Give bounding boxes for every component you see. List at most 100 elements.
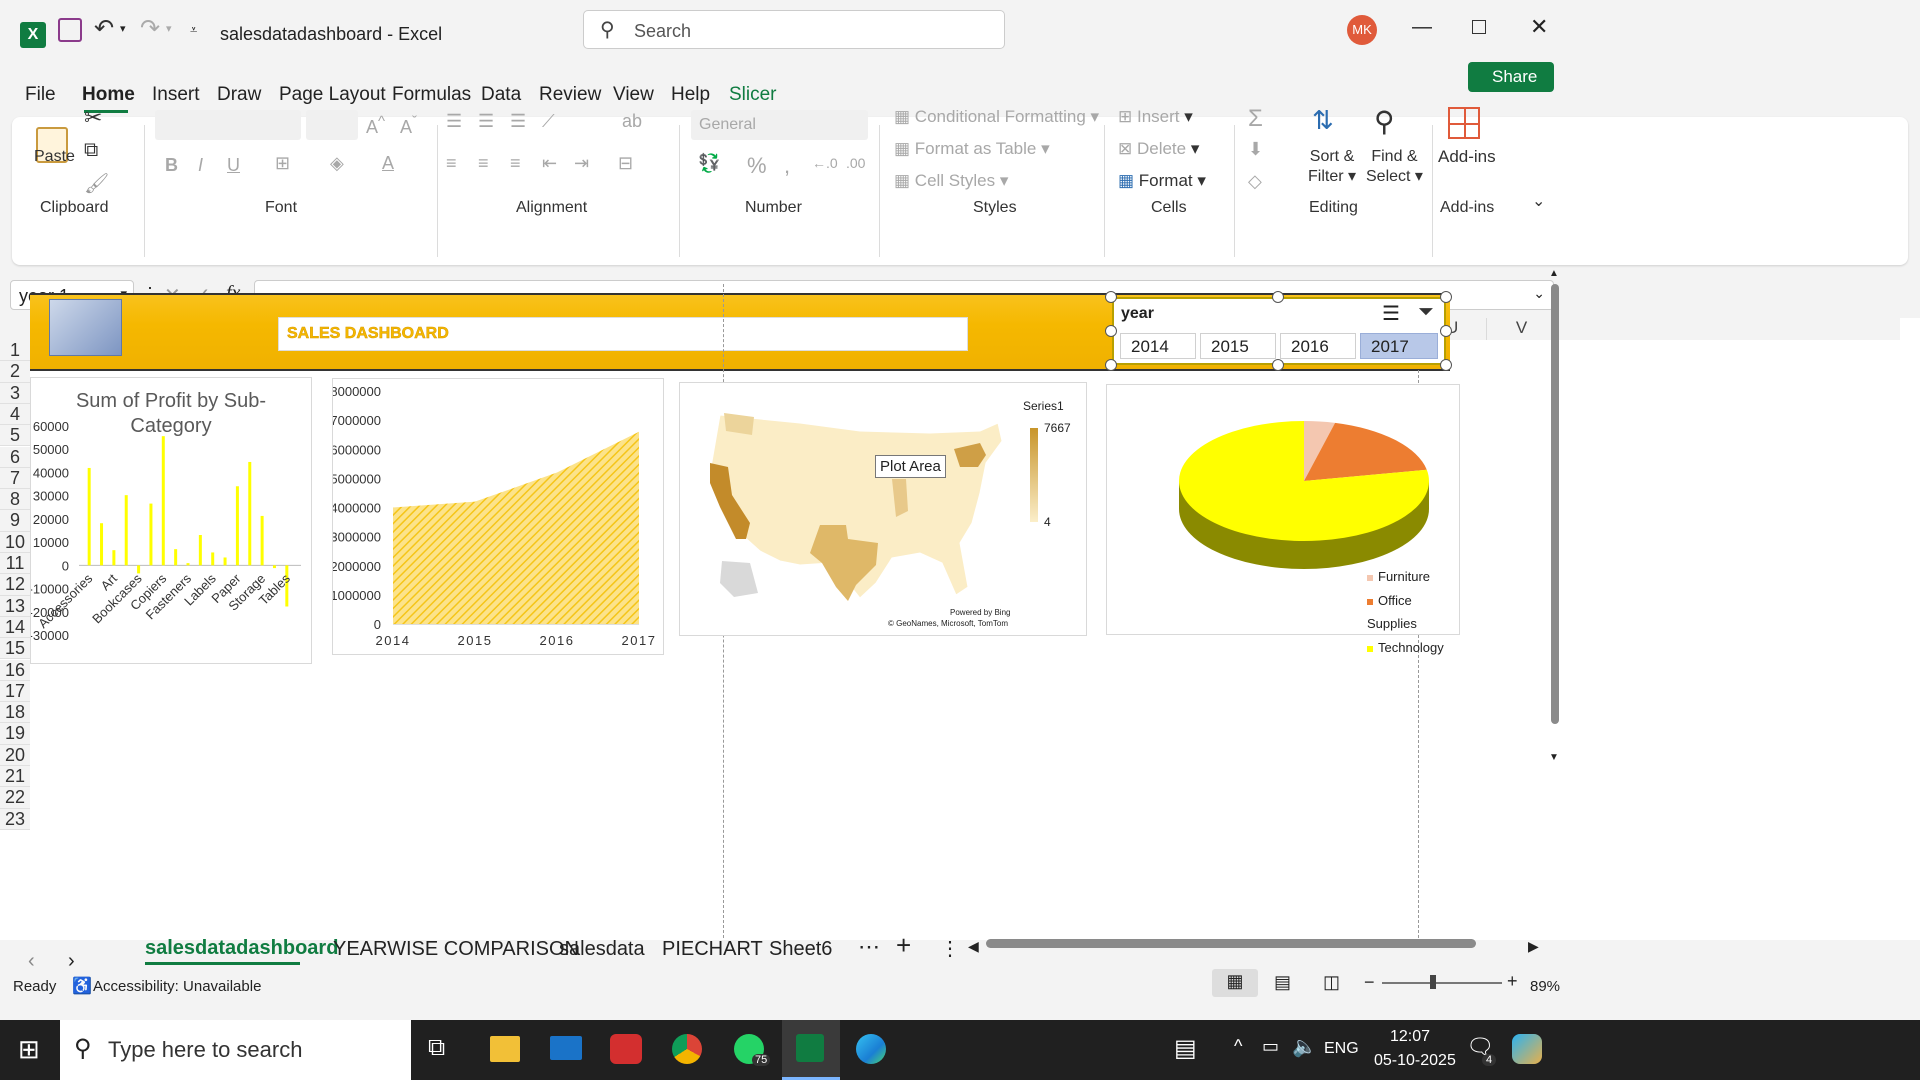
align-middle-icon[interactable]: ☰ bbox=[478, 111, 494, 132]
select-all-corner[interactable] bbox=[0, 318, 30, 340]
scroll-down-icon[interactable]: ▼ bbox=[1549, 752, 1559, 763]
font-name-select[interactable] bbox=[155, 110, 301, 140]
format-cells-button[interactable]: ▦ Format ▾ bbox=[1118, 171, 1206, 191]
avatar[interactable]: MK bbox=[1347, 15, 1377, 45]
clock-date[interactable]: 05-10-2025 bbox=[1374, 1052, 1456, 1070]
volume-icon[interactable]: 🔈 bbox=[1292, 1034, 1317, 1059]
font-size-select[interactable] bbox=[306, 110, 358, 140]
shrink-font-icon[interactable]: Aˇ bbox=[400, 113, 417, 138]
align-top-icon[interactable]: ☰ bbox=[446, 111, 462, 132]
tab-review[interactable]: Review bbox=[539, 84, 601, 106]
us-map-chart[interactable]: Series1 7667 4 Plot Area Powered by Bing… bbox=[679, 382, 1087, 636]
row-header[interactable]: 3 bbox=[0, 382, 30, 404]
banner-image[interactable] bbox=[49, 299, 122, 356]
mail-icon[interactable] bbox=[550, 1036, 582, 1060]
sort-filter-icon[interactable]: ⇅ bbox=[1312, 105, 1334, 136]
grow-font-icon[interactable]: A^ bbox=[366, 113, 385, 138]
file-explorer-icon[interactable] bbox=[490, 1036, 520, 1062]
tab-insert[interactable]: Insert bbox=[152, 84, 200, 106]
row-header[interactable]: 19 bbox=[0, 723, 30, 745]
undo-icon[interactable]: ↶ bbox=[94, 14, 114, 43]
row-header[interactable]: 4 bbox=[0, 403, 30, 426]
zoom-level[interactable]: 89% bbox=[1530, 978, 1560, 995]
comma-style-icon[interactable]: , bbox=[784, 153, 790, 179]
zoom-out-icon[interactable]: − bbox=[1364, 972, 1375, 993]
resize-handle[interactable] bbox=[1105, 291, 1117, 303]
slicer-item-2015[interactable]: 2015 bbox=[1200, 333, 1276, 359]
accessibility-icon[interactable]: ♿ bbox=[72, 976, 92, 996]
fill-icon[interactable]: ⬇ bbox=[1248, 139, 1263, 160]
sheet-tab-piechart[interactable]: PIECHART bbox=[662, 938, 763, 961]
row-header[interactable]: 17 bbox=[0, 680, 30, 703]
slicer-item-2014[interactable]: 2014 bbox=[1120, 333, 1196, 359]
vertical-scrollbar[interactable]: ▲ ▼ bbox=[1547, 268, 1561, 768]
category-pie-chart[interactable]: Furniture Office Supplies Technology bbox=[1106, 384, 1460, 655]
task-view-icon[interactable]: ⧉ bbox=[428, 1034, 445, 1062]
accessibility-status[interactable]: Accessibility: Unavailable bbox=[93, 978, 261, 995]
share-button[interactable]: Share bbox=[1468, 62, 1554, 92]
redo-icon[interactable]: ↷ bbox=[140, 14, 160, 43]
align-left-icon[interactable]: ≡ bbox=[446, 153, 457, 174]
find-select-button[interactable]: Find & Select ▾ bbox=[1366, 147, 1423, 187]
increase-indent-icon[interactable]: ⇥ bbox=[574, 153, 589, 174]
font-color-icon[interactable]: A bbox=[382, 153, 394, 174]
row-header[interactable]: 16 bbox=[0, 659, 30, 681]
copilot-icon[interactable] bbox=[1512, 1034, 1542, 1064]
autosum-icon[interactable]: Σ bbox=[1248, 105, 1263, 133]
add-sheet-icon[interactable]: + bbox=[896, 930, 911, 961]
row-header[interactable]: 6 bbox=[0, 446, 30, 468]
sheet-tab-sheet6[interactable]: Sheet6 bbox=[769, 938, 832, 961]
sales-area-chart[interactable]: 8000000 7000000 6000000 5000000 4000000 30000… bbox=[330, 378, 664, 655]
chrome-icon[interactable] bbox=[672, 1034, 702, 1064]
percent-icon[interactable]: % bbox=[747, 153, 767, 179]
format-as-table-button[interactable]: ▦ Format as Table ▾ bbox=[894, 139, 1050, 159]
row-header[interactable]: 22 bbox=[0, 787, 30, 809]
bold-button[interactable]: B bbox=[165, 155, 178, 176]
row-header[interactable]: 9 bbox=[0, 510, 30, 532]
increase-decimal-icon[interactable]: ←.0 bbox=[812, 155, 838, 171]
expand-formula-icon[interactable]: ⌄ bbox=[1533, 285, 1545, 302]
tab-formulas[interactable]: Formulas bbox=[392, 84, 471, 106]
taskbar-search[interactable]: ⚲ Type here to search bbox=[60, 1020, 411, 1080]
row-header[interactable]: 20 bbox=[0, 744, 30, 766]
cut-glyph-icon[interactable]: ✂ bbox=[84, 105, 102, 131]
tab-home[interactable]: Home bbox=[82, 84, 135, 106]
cell-styles-button[interactable]: ▦ Cell Styles ▾ bbox=[894, 171, 1008, 191]
row-header[interactable]: 11 bbox=[0, 553, 30, 575]
restore-button[interactable] bbox=[1472, 20, 1486, 34]
row-header[interactable]: 10 bbox=[0, 531, 30, 553]
resize-handle[interactable] bbox=[1105, 325, 1117, 337]
scroll-up-icon[interactable]: ▲ bbox=[1549, 268, 1559, 279]
tab-page-layout[interactable]: Page Layout bbox=[279, 84, 386, 106]
addins-button[interactable]: Add-ins bbox=[1438, 147, 1496, 167]
page-layout-view-icon[interactable]: ▤ bbox=[1274, 972, 1291, 993]
page-break-view-icon[interactable]: ◫ bbox=[1323, 972, 1340, 993]
wrap-text-icon[interactable]: ab bbox=[622, 111, 642, 132]
minimize-button[interactable]: — bbox=[1412, 16, 1432, 39]
delete-cells-button[interactable]: ⊠ Delete ▾ bbox=[1118, 139, 1199, 159]
fill-color-icon[interactable]: ◈ bbox=[330, 153, 344, 174]
row-header[interactable]: 13 bbox=[0, 595, 30, 617]
sheet-tab-salesdata[interactable]: salesdata bbox=[559, 938, 645, 961]
tab-data[interactable]: Data bbox=[481, 84, 521, 106]
find-select-icon[interactable]: ⚲ bbox=[1374, 105, 1395, 138]
edge-icon[interactable] bbox=[856, 1034, 886, 1064]
year-slicer[interactable]: year ☰ ⏷ 2014 2015 2016 2017 bbox=[1112, 297, 1446, 365]
paste-button[interactable]: Paste bbox=[34, 148, 75, 166]
decrease-indent-icon[interactable]: ⇤ bbox=[542, 153, 557, 174]
clear-icon[interactable]: ◇ bbox=[1248, 171, 1262, 192]
row-header[interactable]: 12 bbox=[0, 574, 30, 596]
next-sheet-icon[interactable]: › bbox=[68, 950, 75, 973]
language-indicator[interactable]: ENG bbox=[1324, 1040, 1359, 1058]
resize-handle[interactable] bbox=[1105, 359, 1117, 371]
resize-handle[interactable] bbox=[1440, 359, 1452, 371]
number-format-select[interactable]: General bbox=[691, 110, 868, 140]
sheet-tab-salesdatadashboard[interactable]: salesdatadashboard bbox=[145, 937, 338, 960]
resize-handle[interactable] bbox=[1440, 291, 1452, 303]
align-bottom-icon[interactable]: ☰ bbox=[510, 111, 526, 132]
row-header[interactable]: 2 bbox=[0, 361, 30, 383]
tab-slicer[interactable]: Slicer bbox=[729, 84, 777, 106]
row-header[interactable]: 14 bbox=[0, 616, 30, 639]
resize-handle[interactable] bbox=[1272, 359, 1284, 371]
hscroll-left-icon[interactable]: ◀ bbox=[968, 938, 979, 955]
